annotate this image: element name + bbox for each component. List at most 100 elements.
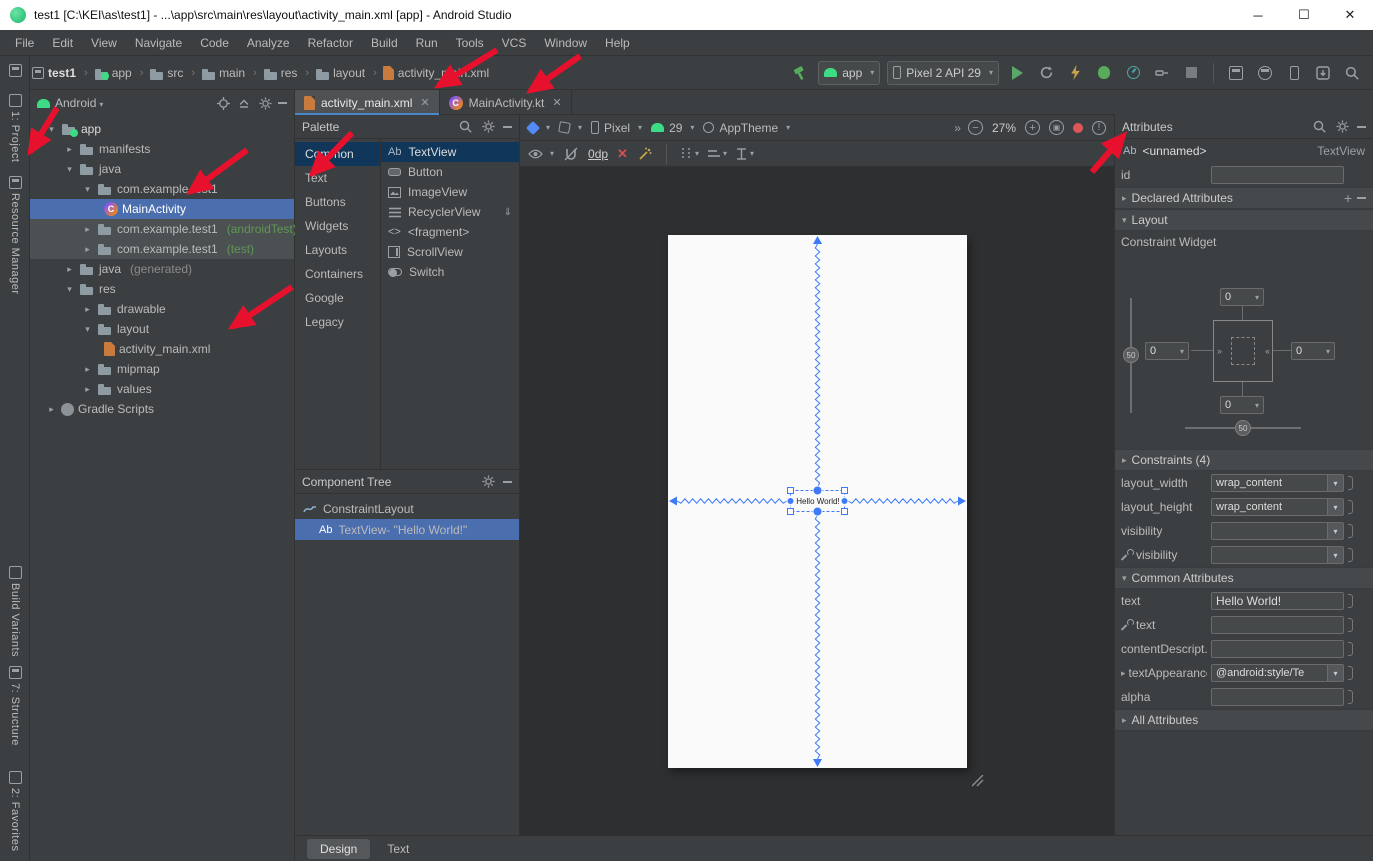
canvas-resize-handle[interactable]	[972, 775, 984, 790]
expander-icon[interactable]	[64, 164, 75, 175]
section-constraints[interactable]: ▸ Constraints (4)	[1115, 449, 1373, 471]
tools-text-input[interactable]	[1211, 616, 1344, 634]
stripe-button-structure[interactable]: 7: Structure	[0, 666, 30, 746]
api-version-select[interactable]: 29	[651, 121, 694, 135]
menu-help[interactable]: Help	[596, 30, 639, 55]
breadcrumb-src[interactable]: src	[165, 66, 185, 80]
close-tab-icon[interactable]: ✕	[418, 96, 429, 109]
guidelines-select[interactable]	[680, 148, 699, 160]
dropdown-arrow-icon[interactable]	[1327, 475, 1343, 491]
palette-item-button[interactable]: Button	[381, 162, 519, 182]
menu-tools[interactable]: Tools	[447, 30, 493, 55]
menu-window[interactable]: Window	[535, 30, 596, 55]
project-view-select[interactable]: Android	[55, 96, 103, 110]
search-icon[interactable]	[457, 119, 473, 135]
menu-run[interactable]: Run	[407, 30, 447, 55]
project-structure-icon[interactable]	[1225, 62, 1247, 84]
tree-row-layout[interactable]: layout	[30, 319, 294, 339]
alpha-input[interactable]	[1211, 688, 1344, 706]
menu-build[interactable]: Build	[362, 30, 407, 55]
render-errors-indicator[interactable]	[1073, 123, 1083, 133]
clear-constraints-icon[interactable]: ✕	[617, 146, 628, 162]
hide-panel-icon[interactable]	[503, 481, 512, 483]
breadcrumb-res[interactable]: res	[279, 66, 300, 80]
margin-right-select[interactable]: 0	[1291, 342, 1335, 360]
margin-bottom-select[interactable]: 0	[1220, 396, 1264, 414]
content-description-input[interactable]	[1211, 640, 1344, 658]
flag-toggle[interactable]	[1348, 594, 1353, 608]
apply-code-changes-icon[interactable]	[1064, 62, 1086, 84]
search-icon[interactable]	[1311, 119, 1327, 135]
close-tab-icon[interactable]: ✕	[550, 96, 561, 109]
category-common[interactable]: Common	[295, 142, 380, 166]
palette-item-imageview[interactable]: ImageView	[381, 182, 519, 202]
breadcrumb-file[interactable]: activity_main.xml	[396, 66, 491, 80]
debug-button[interactable]	[1093, 62, 1115, 84]
palette-item-scrollview[interactable]: ScrollView	[381, 242, 519, 262]
menu-navigate[interactable]: Navigate	[126, 30, 191, 55]
apply-changes-icon[interactable]	[1035, 62, 1057, 84]
horizontal-bias-knob[interactable]: 50	[1235, 420, 1251, 436]
run-configuration-select[interactable]: app	[818, 61, 880, 85]
category-text[interactable]: Text	[295, 166, 380, 190]
flag-toggle[interactable]	[1348, 524, 1353, 538]
device-artboard[interactable]: Hello World!	[668, 235, 967, 768]
menu-code[interactable]: Code	[191, 30, 238, 55]
theme-select[interactable]: AppTheme	[703, 121, 790, 135]
layout-width-select[interactable]: wrap_content	[1211, 474, 1344, 492]
design-surface-select[interactable]	[528, 123, 550, 133]
category-widgets[interactable]: Widgets	[295, 214, 380, 238]
layout-height-select[interactable]: wrap_content	[1211, 498, 1344, 516]
tree-row-manifests[interactable]: manifests	[30, 139, 294, 159]
breadcrumb-app[interactable]: app	[110, 66, 134, 80]
add-attribute-icon[interactable]: +	[1344, 193, 1352, 203]
stripe-button-favorites[interactable]: 2: Favorites	[0, 771, 30, 851]
more-actions-icon[interactable]: »	[954, 121, 959, 135]
menu-analyze[interactable]: Analyze	[238, 30, 299, 55]
section-layout[interactable]: ▾ Layout	[1115, 209, 1373, 231]
tree-row-gradle-scripts[interactable]: Gradle Scripts	[30, 399, 294, 419]
pack-select[interactable]	[736, 148, 754, 160]
dropdown-arrow-icon[interactable]	[1327, 547, 1343, 563]
maximize-button[interactable]: ☐	[1281, 0, 1327, 30]
expander-icon[interactable]	[46, 404, 57, 415]
chain-right-icon[interactable]: ‹‹	[1265, 346, 1269, 356]
tree-row-java[interactable]: java	[30, 159, 294, 179]
tree-row-java-generated[interactable]: java (generated)	[30, 259, 294, 279]
locate-file-icon[interactable]	[215, 95, 231, 111]
category-buttons[interactable]: Buttons	[295, 190, 380, 214]
tree-row-mipmap[interactable]: mipmap	[30, 359, 294, 379]
close-button[interactable]: ✕	[1327, 0, 1373, 30]
expander-icon[interactable]	[82, 304, 93, 315]
download-icon[interactable]: ⇓	[504, 207, 512, 218]
default-margins-select[interactable]: 0dp	[588, 147, 608, 161]
flag-toggle[interactable]	[1348, 476, 1353, 490]
margin-left-select[interactable]: 0	[1145, 342, 1189, 360]
profile-button[interactable]	[1122, 62, 1144, 84]
layout-inspector-icon[interactable]	[1254, 62, 1276, 84]
tree-row-values[interactable]: values	[30, 379, 294, 399]
tree-row-drawable[interactable]: drawable	[30, 299, 294, 319]
category-layouts[interactable]: Layouts	[295, 238, 380, 262]
visibility-select[interactable]	[1211, 522, 1344, 540]
stripe-button-resource-manager[interactable]: Resource Manager	[0, 176, 30, 295]
sdk-manager-icon[interactable]	[1312, 62, 1334, 84]
tab-activity-main-xml[interactable]: activity_main.xml ✕	[295, 90, 440, 115]
tree-row-res[interactable]: res	[30, 279, 294, 299]
breadcrumb-layout[interactable]: layout	[331, 66, 367, 80]
text-input[interactable]	[1211, 592, 1344, 610]
settings-gear-icon[interactable]	[1334, 119, 1350, 135]
make-project-hammer-icon[interactable]	[789, 62, 811, 84]
collapse-all-icon[interactable]	[236, 95, 252, 111]
zoom-out-button[interactable]: −	[968, 120, 983, 135]
tree-row-package-androidtest[interactable]: com.example.test1 (androidTest)	[30, 219, 294, 239]
settings-gear-icon[interactable]	[480, 474, 496, 490]
view-options-select[interactable]	[528, 149, 554, 159]
run-button[interactable]	[1006, 62, 1028, 84]
tool-windows-icon[interactable]	[0, 64, 30, 77]
expander-icon[interactable]	[82, 184, 93, 195]
menu-edit[interactable]: Edit	[43, 30, 82, 55]
category-legacy[interactable]: Legacy	[295, 310, 380, 334]
palette-item-recyclerview[interactable]: RecyclerView ⇓	[381, 202, 519, 222]
tree-row-mainactivity[interactable]: MainActivity	[30, 199, 294, 219]
